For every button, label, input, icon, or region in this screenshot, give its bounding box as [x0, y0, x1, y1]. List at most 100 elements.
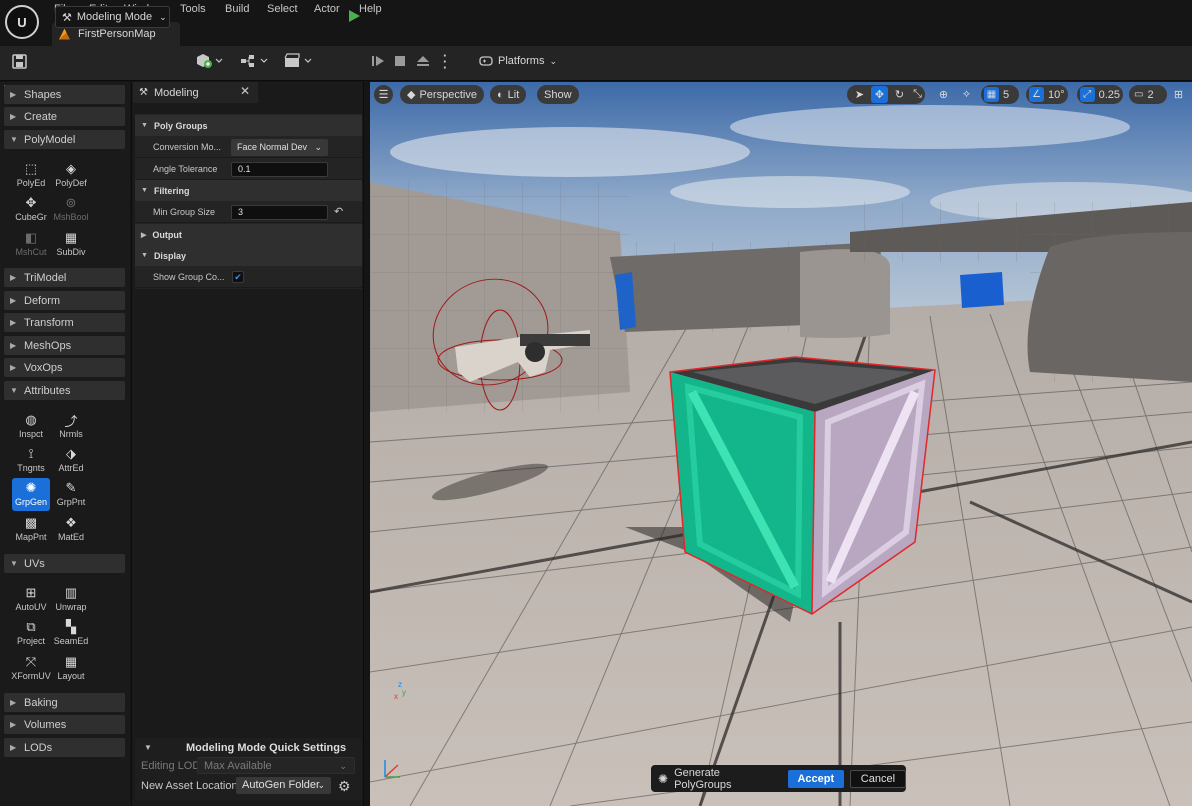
tool-layout[interactable]: ▦ Layout [52, 652, 90, 684]
section-poly-groups[interactable]: ▼ Poly Groups [135, 115, 362, 136]
scale-snap-pill[interactable]: ⤢ 0.25 [1077, 85, 1123, 104]
step-icon[interactable] [371, 54, 385, 71]
grid-snap-pill[interactable]: ▦ 5 [981, 85, 1019, 104]
cancel-button[interactable]: Cancel [849, 769, 906, 788]
section-display[interactable]: ▼ Display [135, 245, 362, 266]
surface-snap-icon[interactable]: ⟡ [958, 86, 975, 103]
cinematics-icon[interactable] [284, 53, 314, 72]
select-mode-icon[interactable]: ➤ [851, 86, 868, 103]
tool-xformuv[interactable]: ⤧ XFormUV [10, 652, 52, 684]
tool-attred[interactable]: ⬗ AttrEd [52, 444, 90, 476]
rotate-icon[interactable]: ↻ [891, 86, 908, 103]
tool-autouv[interactable]: ⊞ AutoUV [12, 583, 50, 615]
mode-dropdown-label: Modeling Mode [76, 11, 153, 23]
conversion-mode-dropdown[interactable]: Face Normal Dev ⌄ [231, 139, 328, 156]
category-attributes[interactable]: ▼ Attributes [4, 381, 125, 400]
min-group-size-input[interactable]: 3 [231, 205, 328, 220]
play-options-icon[interactable]: · · · [443, 49, 447, 74]
tool-unwrap[interactable]: ▥ Unwrap [52, 583, 90, 615]
chevron-down-icon: ▼ [141, 252, 148, 259]
tool-project[interactable]: ⧉ Project [12, 617, 50, 649]
inspector-icon: ◍ [25, 412, 37, 427]
asset-location-dropdown[interactable]: AutoGen Folder ⌄ [236, 777, 331, 794]
tool-polyed[interactable]: ⬚ PolyEd [12, 159, 50, 191]
settings-gear-icon[interactable]: ⚙ [338, 778, 351, 795]
modeling-mode-icon: ⚒ [62, 11, 72, 24]
tool-mshbool[interactable]: ⊚ MshBool [52, 193, 90, 225]
tool-mated[interactable]: ❖ MatEd [52, 513, 90, 545]
category-trimodel[interactable]: ▶ TriModel [4, 268, 125, 287]
category-volumes[interactable]: ▶ Volumes [4, 715, 125, 734]
poly-edit-icon: ⬚ [24, 161, 38, 176]
poly-deform-icon: ◈ [66, 161, 76, 176]
blueprint-icon[interactable] [240, 53, 270, 72]
platforms-button[interactable]: Platforms ⌄ [479, 55, 557, 67]
category-create[interactable]: ▶ Create [4, 107, 125, 126]
save-icon[interactable] [12, 54, 27, 72]
menu-build[interactable]: Build [225, 3, 249, 15]
category-lods[interactable]: ▶ LODs [4, 738, 125, 757]
cube-grid-icon: ✥ [25, 195, 37, 210]
menu-tools[interactable]: Tools [180, 3, 206, 15]
stop-icon[interactable] [394, 55, 406, 70]
group-generate-icon: ✺ [25, 480, 37, 495]
scale-icon[interactable]: ⤡ [909, 86, 926, 103]
eject-icon[interactable] [416, 54, 430, 71]
category-label: TriModel [24, 271, 67, 284]
tool-tngnts[interactable]: ⟟ Tngnts [12, 444, 50, 476]
perspective-button[interactable]: ◆ Perspective [400, 85, 484, 104]
play-button[interactable] [342, 4, 366, 28]
tool-cubegr[interactable]: ✥ CubeGr [12, 193, 50, 225]
close-icon[interactable]: ✕ [240, 84, 250, 98]
camera-speed-pill[interactable]: ▭ 2 [1129, 85, 1167, 104]
chevron-down-icon: ⌄ [549, 55, 558, 66]
category-uvs[interactable]: ▼ UVs [4, 554, 125, 573]
uv-layout-icon: ▦ [64, 654, 78, 669]
accept-button[interactable]: Accept [787, 769, 844, 788]
section-output[interactable]: ▶ Output [135, 224, 362, 245]
category-deform[interactable]: ▶ Deform [4, 291, 125, 310]
tool-nrmls[interactable]: ⤴ Nrmls [52, 410, 90, 442]
chevron-down-icon: ⌄ [317, 780, 325, 790]
show-group-colors-checkbox[interactable]: ✔ [232, 271, 244, 283]
tool-mappnt[interactable]: ▩ MapPnt [12, 513, 50, 545]
tool-subdiv[interactable]: ▦ SubDiv [52, 228, 90, 260]
category-voxops[interactable]: ▶ VoxOps [4, 358, 125, 377]
angle-tolerance-input[interactable]: 0.1 [231, 162, 328, 177]
tool-grppnt[interactable]: ✎ GrpPnt [52, 478, 90, 510]
editing-lod-dropdown[interactable]: Max Available ⌄ [197, 757, 355, 774]
category-label: Shapes [24, 88, 62, 101]
angle-snap-pill[interactable]: ∠ 10° [1026, 85, 1068, 104]
category-transform[interactable]: ▶ Transform [4, 313, 125, 332]
show-button[interactable]: Show [537, 85, 579, 104]
tool-mshcut[interactable]: ◧ MshCut [12, 228, 50, 260]
tool-inspct[interactable]: ◍ Inspct [12, 410, 50, 442]
section-filtering[interactable]: ▼ Filtering [135, 180, 362, 201]
translate-icon[interactable]: ✥ [871, 86, 888, 103]
mode-dropdown[interactable]: ⚒ Modeling Mode ⌄ [55, 6, 170, 28]
category-meshops[interactable]: ▶ MeshOps [4, 336, 125, 355]
add-actor-icon[interactable] [195, 53, 225, 72]
reset-icon[interactable]: ↶ [334, 205, 343, 218]
row-show-group-colors: Show Group Co... ✔ [135, 267, 362, 288]
category-baking[interactable]: ▶ Baking [4, 693, 125, 712]
lit-button[interactable]: ◐ Lit [490, 85, 527, 104]
tool-polydef[interactable]: ◈ PolyDef [52, 159, 90, 191]
level-viewport[interactable]: z y x ☰ ◆ Perspective ◐ Lit Show ➤ ✥ ↻ ⤡ ⊕… [370, 82, 1192, 806]
tool-seamed[interactable]: ▚ SeamEd [52, 617, 90, 649]
mesh-boolean-icon: ⊚ [65, 195, 77, 210]
menu-actor[interactable]: Actor [314, 3, 340, 15]
chevron-down-icon[interactable]: ▼ [144, 743, 152, 752]
maximize-viewport-icon[interactable]: ⊞ [1170, 86, 1187, 103]
tool-label: Tngnts [17, 463, 45, 473]
menu-select[interactable]: Select [267, 3, 298, 15]
material-editor-icon: ❖ [65, 515, 77, 530]
grid-snap-value: 5 [1003, 88, 1010, 101]
world-space-icon[interactable]: ⊕ [935, 86, 952, 103]
unreal-logo-icon[interactable]: U [5, 5, 39, 39]
viewport-menu-button[interactable]: ☰ [374, 85, 393, 104]
tool-grpgen[interactable]: ✺ GrpGen [12, 478, 50, 511]
category-shapes[interactable]: ▶ Shapes [4, 85, 125, 104]
play-icon [349, 10, 360, 22]
category-polymodel[interactable]: ▼ PolyModel [4, 130, 125, 149]
